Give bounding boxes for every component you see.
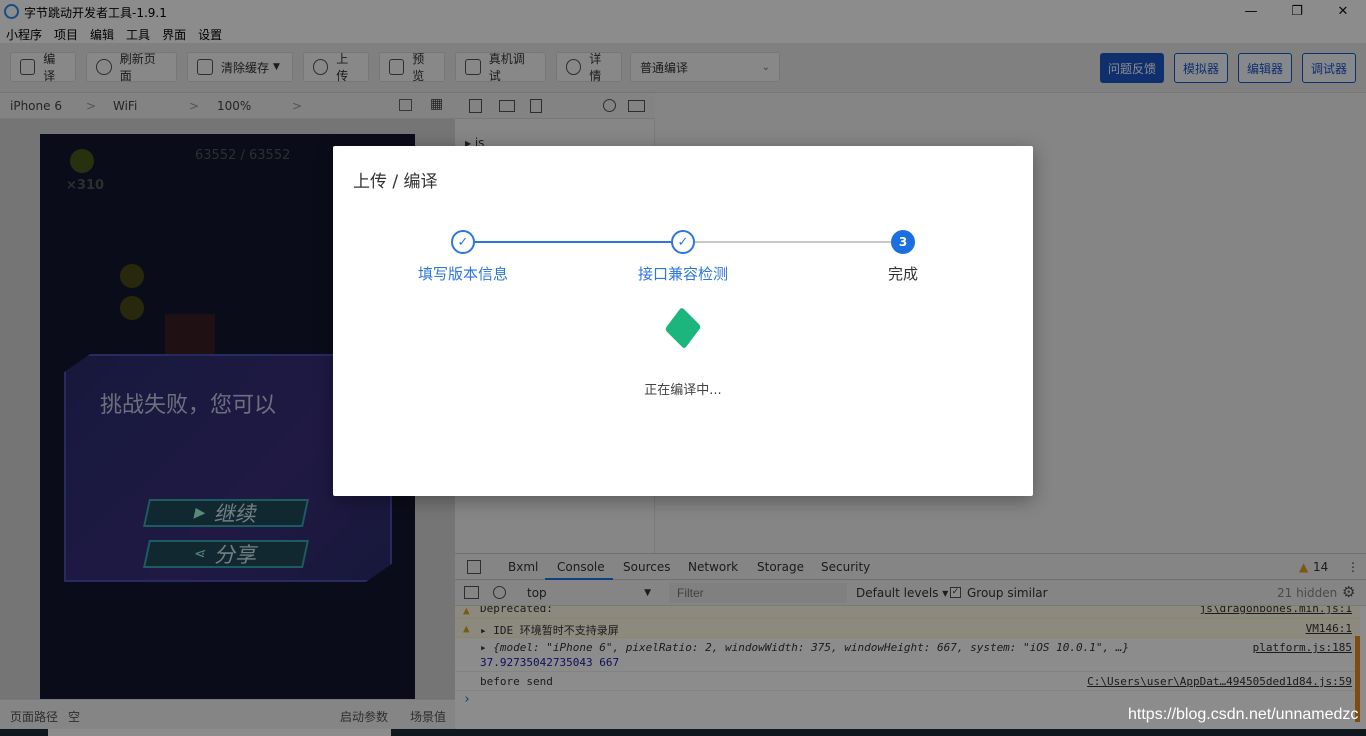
compile-status-text: 正在编译中... — [644, 383, 722, 398]
dialog-title: 上传 / 编译 — [353, 172, 438, 192]
step-connector — [463, 241, 683, 243]
step-label: 填写版本信息 — [417, 265, 508, 283]
loading-spinner-icon — [664, 306, 702, 350]
step-label: 完成 — [887, 265, 918, 283]
watermark-text: https://blog.csdn.net/unnamedzc — [1128, 706, 1359, 723]
step-connector — [683, 241, 903, 243]
step-done-check-icon: ✓ — [451, 230, 475, 254]
step-current-number: 3 — [891, 230, 915, 254]
step-done-check-icon: ✓ — [671, 230, 695, 254]
upload-compile-dialog: 上传 / 编译 ✓ ✓ 3 填写版本信息 接口兼容检测 完成 正在编译中... — [333, 146, 1033, 496]
step-label: 接口兼容检测 — [637, 265, 728, 283]
